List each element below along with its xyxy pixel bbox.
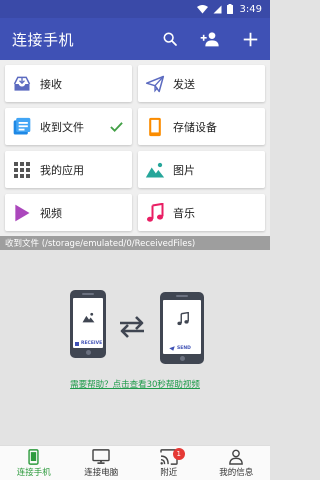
send-mini-label: SEND	[169, 346, 191, 351]
music-note-icon	[177, 312, 189, 326]
image-icon	[82, 312, 95, 323]
wifi-icon	[196, 4, 208, 14]
plus-icon	[243, 32, 257, 46]
send-tile[interactable]: 发送	[138, 65, 265, 102]
received-files-tile[interactable]: 收到文件	[5, 108, 132, 145]
music-note-icon	[145, 202, 165, 223]
search-button[interactable]	[150, 18, 190, 60]
battery-icon	[226, 4, 233, 14]
storage-device-label: 存储设备	[173, 120, 217, 134]
received-files-icon	[12, 117, 32, 137]
monitor-icon	[92, 448, 110, 465]
image-icon	[145, 160, 165, 180]
music-label: 音乐	[173, 206, 195, 220]
send-plane-icon	[145, 74, 165, 94]
my-apps-tile[interactable]: 我的应用	[5, 151, 132, 188]
phone-icon	[28, 448, 39, 465]
status-bar: 3:49	[0, 0, 270, 18]
receive-mini-label: RECEIVE	[75, 341, 102, 346]
person-icon	[229, 448, 244, 465]
notification-badge: 1	[172, 448, 185, 460]
check-icon	[110, 121, 123, 132]
receive-tile[interactable]: 接收	[5, 65, 132, 102]
add-button[interactable]	[230, 18, 270, 60]
nav-label: 连接手机	[16, 468, 51, 478]
nav-connect-phone[interactable]: 连接手机	[0, 446, 68, 480]
nav-my-info[interactable]: 我的信息	[203, 446, 271, 480]
storage-device-tile[interactable]: 存储设备	[138, 108, 265, 145]
my-apps-label: 我的应用	[40, 163, 84, 177]
swap-arrows-icon	[116, 314, 148, 344]
send-label: 发送	[173, 77, 195, 91]
add-friend-button[interactable]	[190, 18, 230, 60]
action-grid: 接收 发送 收到文件 存储设备 我的应用 图片 视频 音乐	[0, 60, 270, 236]
received-files-label: 收到文件	[40, 120, 84, 134]
receive-phone-illustration: RECEIVE	[70, 290, 106, 358]
video-play-icon	[12, 203, 32, 223]
apps-grid-icon	[12, 160, 32, 180]
empty-state-area: RECEIVE SEND 需要帮助？点击查看30秒帮助视频	[0, 250, 270, 445]
send-phone-illustration: SEND	[160, 292, 204, 364]
video-tile[interactable]: 视频	[5, 194, 132, 231]
nav-connect-computer[interactable]: 连接电脑	[68, 446, 136, 480]
music-tile[interactable]: 音乐	[138, 194, 265, 231]
images-tile[interactable]: 图片	[138, 151, 265, 188]
storage-device-icon	[145, 117, 165, 137]
current-path-bar: 收到文件 (/storage/emulated/0/ReceivedFiles)	[0, 236, 270, 250]
nav-label: 连接电脑	[84, 468, 119, 478]
app-bar-actions	[150, 18, 270, 60]
page-title: 连接手机	[12, 30, 75, 49]
nav-label: 我的信息	[219, 468, 254, 478]
receive-label: 接收	[40, 77, 62, 91]
search-icon	[163, 32, 177, 46]
bottom-nav: 连接手机 连接电脑 1 附近 我的信息	[0, 445, 270, 480]
video-label: 视频	[40, 206, 62, 220]
signal-icon	[213, 5, 222, 14]
nav-label: 附近	[160, 468, 178, 478]
app-bar: 连接手机	[0, 18, 270, 60]
help-video-link[interactable]: 需要帮助？点击查看30秒帮助视频	[0, 378, 270, 390]
inbox-receive-icon	[12, 74, 32, 94]
images-label: 图片	[173, 163, 195, 177]
add-person-icon	[200, 32, 219, 47]
status-time: 3:49	[239, 3, 262, 15]
nav-nearby[interactable]: 1 附近	[135, 446, 203, 480]
